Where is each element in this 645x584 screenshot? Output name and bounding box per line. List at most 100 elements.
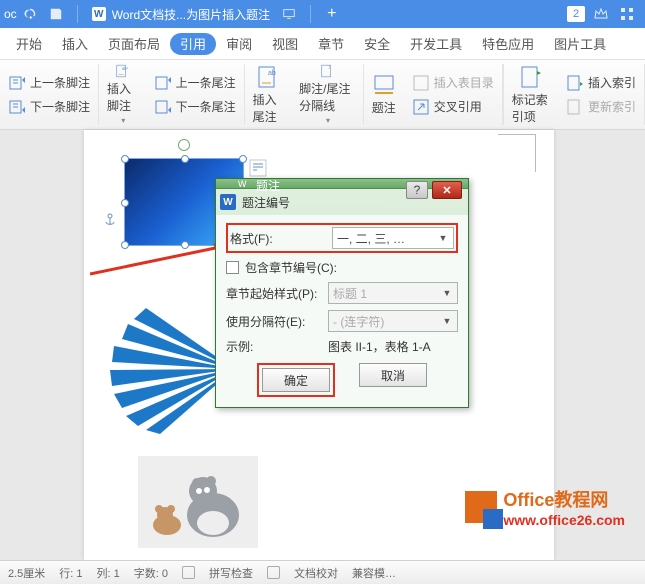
save-icon[interactable]: [49, 7, 63, 21]
doc-ext: oc: [4, 7, 17, 21]
dropdown-arrow-icon: ▼: [439, 285, 455, 301]
apps-icon[interactable]: [619, 6, 635, 22]
chapter-style-row: 章节起始样式(P): 标题 1 ▼: [226, 282, 458, 304]
tab-chapter[interactable]: 章节: [308, 28, 354, 59]
dialog-titlebar[interactable]: W 题注编号 ? ✕: [216, 189, 468, 215]
resize-handle-n[interactable]: [181, 155, 189, 163]
include-chapter-label: 包含章节编号(C):: [245, 259, 337, 276]
watermark-logo-icon: [465, 491, 497, 523]
prev-endnote-button[interactable]: 上一条尾注: [154, 74, 236, 92]
separator: [77, 5, 78, 23]
dropdown-icon[interactable]: ▾: [121, 116, 125, 125]
format-label: 格式(F):: [230, 230, 326, 247]
group-endnote-small: 上一条尾注 下一条尾注: [146, 64, 245, 125]
status-words: 字数: 0: [134, 565, 168, 581]
cross-reference-button[interactable]: 交叉引用: [412, 98, 494, 116]
note-separator-button[interactable]: 1 脚注/尾注分隔线▾: [291, 64, 363, 125]
tab-pagelayout[interactable]: 页面布局: [98, 28, 170, 59]
example-label: 示例:: [226, 338, 322, 355]
spellcheck-icon[interactable]: [182, 566, 195, 579]
dropdown-arrow-icon: ▼: [435, 230, 451, 246]
insert-index-icon: [566, 74, 584, 92]
status-spellcheck[interactable]: 拼写检查: [209, 565, 253, 581]
group-index-extra: 插入索引 更新索引: [558, 64, 645, 125]
prev-endnote-icon: [154, 74, 172, 92]
insert-footnote-button[interactable]: ab¹ 插入脚注▾: [99, 64, 146, 125]
next-endnote-button[interactable]: 下一条尾注: [154, 98, 236, 116]
update-index-button[interactable]: 更新索引: [566, 98, 636, 116]
watermark: Office教程网 www.office26.com: [465, 486, 625, 528]
watermark-url: www.office26.com: [503, 512, 625, 528]
resize-handle-w[interactable]: [121, 199, 129, 207]
group-caption-extra: 插入表目录 交叉引用: [404, 64, 503, 125]
tab-picturetools[interactable]: 图片工具: [544, 28, 616, 59]
tab-references[interactable]: 引用: [170, 33, 216, 55]
document-tab-title[interactable]: Word文档技...为图片插入题注: [112, 6, 270, 23]
status-compat[interactable]: 兼容模…: [352, 565, 396, 581]
dialog-strip[interactable]: W 题注: [216, 179, 468, 189]
insert-endnote-button[interactable]: ab 插入尾注: [245, 64, 292, 125]
tab-start[interactable]: 开始: [6, 28, 52, 59]
insert-toc-button[interactable]: 插入表目录: [412, 74, 494, 92]
svg-text:ab¹: ab¹: [122, 66, 129, 71]
tab-insert[interactable]: 插入: [52, 28, 98, 59]
cancel-button[interactable]: 取消: [359, 363, 427, 387]
prev-footnote-button[interactable]: 上一条脚注: [8, 74, 90, 92]
separator-row: 使用分隔符(E): - (连字符) ▼: [226, 310, 458, 332]
notification-badge[interactable]: 2: [567, 6, 585, 22]
tab-view[interactable]: 视图: [262, 28, 308, 59]
monitor-icon[interactable]: [282, 7, 296, 21]
caption-icon: [372, 73, 396, 97]
format-combo[interactable]: 一, 二, 三, … ▼: [332, 227, 454, 249]
tab-special[interactable]: 特色应用: [472, 28, 544, 59]
mark-index-icon: [519, 65, 543, 89]
next-endnote-icon: [154, 98, 172, 116]
next-footnote-icon: [8, 98, 26, 116]
status-row: 行: 1: [59, 565, 82, 581]
dialog-body: 格式(F): 一, 二, 三, … ▼ 包含章节编号(C): 章节起始样式(P)…: [216, 215, 468, 407]
example-value: 图表 II-1，表格 1-A: [328, 338, 431, 355]
include-chapter-row: 包含章节编号(C):: [226, 259, 458, 276]
next-footnote-button[interactable]: 下一条脚注: [8, 98, 90, 116]
status-measure: 2.5厘米: [8, 565, 45, 581]
caption-number-dialog: W 题注 W 题注编号 ? ✕ 格式(F): 一, 二, 三, … ▼ 包含章节…: [215, 178, 469, 408]
ribbon-toolbar: 上一条脚注 下一条脚注 ab¹ 插入脚注▾ 上一条尾注 下一条尾注 ab 插入尾…: [0, 60, 645, 130]
tab-developer[interactable]: 开发工具: [400, 28, 472, 59]
ribbon-tabs: 开始 插入 页面布局 引用 审阅 视图 章节 安全 开发工具 特色应用 图片工具: [0, 28, 645, 60]
insert-toc-icon: [412, 74, 430, 92]
rotation-handle[interactable]: [178, 139, 190, 151]
document-canvas[interactable]: W 题注 W 题注编号 ? ✕ 格式(F): 一, 二, 三, … ▼ 包含章节…: [0, 130, 645, 560]
include-chapter-checkbox[interactable]: [226, 261, 239, 274]
insert-footnote-icon: ab¹: [110, 64, 134, 78]
ok-button[interactable]: 确定: [262, 368, 330, 392]
window-titlebar: oc W Word文档技...为图片插入题注 + 2: [0, 0, 645, 28]
sync-icon[interactable]: [23, 7, 37, 21]
watermark-title: Office教程网: [503, 486, 625, 512]
caption-button[interactable]: 题注: [363, 64, 404, 125]
crown-icon[interactable]: [593, 6, 609, 22]
doc-tab-icon: W: [92, 7, 106, 21]
dialog-close-button[interactable]: ✕: [432, 181, 462, 199]
cartoon-image: [138, 456, 258, 548]
new-tab-button[interactable]: +: [319, 5, 344, 23]
resize-handle-nw[interactable]: [121, 155, 129, 163]
chapter-style-label: 章节起始样式(P):: [226, 285, 322, 302]
proofing-icon[interactable]: [267, 566, 280, 579]
tab-review[interactable]: 审阅: [216, 28, 262, 59]
resize-handle-ne[interactable]: [239, 155, 247, 163]
layout-options-icon[interactable]: [249, 159, 267, 177]
insert-index-button[interactable]: 插入索引: [566, 74, 636, 92]
note-separator-icon: 1: [315, 64, 339, 78]
dialog-help-button[interactable]: ?: [406, 181, 428, 199]
dropdown-icon[interactable]: ▾: [326, 116, 330, 125]
dropdown-arrow-icon: ▼: [439, 313, 455, 329]
group-footnote-small: 上一条脚注 下一条脚注: [0, 64, 99, 125]
mark-index-button[interactable]: 标记索引项: [503, 64, 558, 125]
status-proofing[interactable]: 文档校对: [294, 565, 338, 581]
chapter-style-combo: 标题 1 ▼: [328, 282, 458, 304]
status-bar: 2.5厘米 行: 1 列: 1 字数: 0 拼写检查 文档校对 兼容模…: [0, 560, 645, 584]
separator: [310, 5, 311, 23]
dialog-title: 题注编号: [242, 194, 290, 211]
insert-endnote-icon: ab: [256, 65, 280, 89]
tab-security[interactable]: 安全: [354, 28, 400, 59]
